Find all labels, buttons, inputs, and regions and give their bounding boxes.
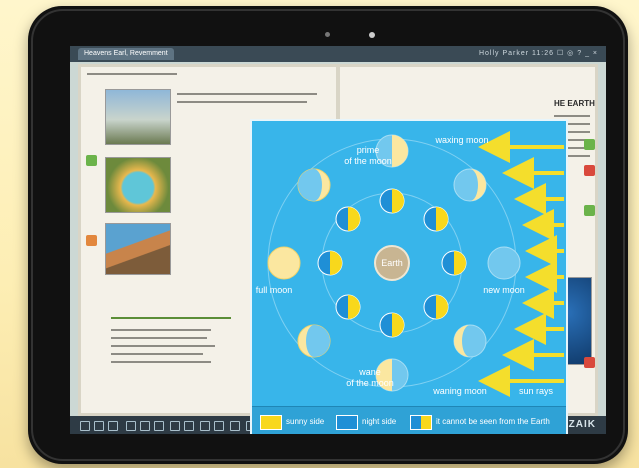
tectonic-illustration[interactable] — [105, 223, 171, 275]
title-bar: Heavens Earl, Revemment Holly Parker 11:… — [70, 46, 606, 62]
diagram-legend: sunny side night side it cannot be seen … — [252, 406, 566, 434]
night-swatch — [336, 415, 358, 430]
pin-icon[interactable] — [184, 421, 194, 431]
text-line — [111, 329, 211, 331]
zoom-in-icon[interactable] — [200, 421, 210, 431]
menu-icon[interactable] — [80, 421, 90, 431]
label-of-the-moon-bottom: of the moon — [346, 378, 394, 388]
text-line — [177, 101, 307, 103]
inner-moon — [441, 250, 467, 276]
waning-gibbous-icon — [297, 324, 331, 358]
inner-moon — [317, 250, 343, 276]
text-line — [554, 115, 590, 117]
text-line — [177, 93, 317, 95]
waxing-crescent-icon — [453, 168, 487, 202]
grid-icon[interactable] — [108, 421, 118, 431]
book-icon[interactable] — [126, 421, 136, 431]
exercise-heading — [111, 317, 231, 319]
legend-unseen-label: it cannot be seen from the Earth — [436, 417, 550, 426]
tablet-frame: Heavens Earl, Revemment Holly Parker 11:… — [28, 6, 628, 464]
label-sun-rays: sun rays — [519, 386, 554, 396]
inner-moon — [379, 312, 405, 338]
moon-phase-diagram[interactable]: Earth prime of the moon waxing moon full… — [250, 119, 568, 434]
pages-icon[interactable] — [94, 421, 104, 431]
geyser-photo[interactable] — [105, 89, 171, 145]
hot-spring-photo[interactable] — [105, 157, 171, 213]
screen: Heavens Earl, Revemment Holly Parker 11:… — [70, 46, 606, 434]
label-prime: prime — [357, 145, 380, 155]
inner-moon — [423, 294, 449, 320]
fit-icon[interactable] — [230, 421, 240, 431]
legend-night-label: night side — [362, 417, 397, 426]
full-moon-icon — [267, 246, 301, 280]
tablet-camera — [369, 32, 375, 38]
tablet-sensor — [325, 32, 330, 37]
label-waning-moon: waning moon — [432, 386, 487, 396]
media-icon[interactable] — [584, 205, 595, 216]
zoom-out-icon[interactable] — [214, 421, 224, 431]
quiz-icon[interactable] — [584, 357, 595, 368]
label-full-moon: full moon — [256, 285, 293, 295]
status-area[interactable]: Holly Parker 11:26 ☐ ◎ ? _ × — [479, 49, 598, 57]
waxing-gibbous-icon — [297, 168, 331, 202]
text-line — [111, 361, 211, 363]
right-page-heading: HE EARTH — [554, 99, 595, 108]
text-icon[interactable] — [154, 421, 164, 431]
inner-moon — [335, 206, 361, 232]
label-waxing-moon: waxing moon — [434, 135, 488, 145]
inner-moon — [335, 294, 361, 320]
legend-sunny-label: sunny side — [286, 417, 325, 426]
task-icon[interactable] — [86, 235, 97, 246]
inner-moon — [423, 206, 449, 232]
waning-crescent-icon — [453, 324, 487, 358]
document-tab[interactable]: Heavens Earl, Revemment — [78, 48, 174, 60]
moon-phase-svg: Earth prime of the moon waxing moon full… — [256, 131, 564, 397]
pointer-icon[interactable] — [170, 421, 180, 431]
label-of-the-moon-top: of the moon — [344, 156, 392, 166]
unseen-swatch — [410, 415, 432, 430]
media-icon[interactable] — [584, 139, 595, 150]
label-wane: wane — [358, 367, 381, 377]
label-new-moon: new moon — [483, 285, 525, 295]
inner-moon — [379, 188, 405, 214]
text-line — [111, 337, 207, 339]
new-moon-icon — [487, 246, 521, 280]
bookmark-icon[interactable] — [140, 421, 150, 431]
earth-label: Earth — [381, 258, 403, 268]
text-line — [111, 353, 203, 355]
media-icon[interactable] — [86, 155, 97, 166]
quiz-icon[interactable] — [584, 165, 595, 176]
text-line — [111, 345, 215, 347]
sunny-swatch — [260, 415, 282, 430]
page-header-text — [87, 73, 177, 75]
